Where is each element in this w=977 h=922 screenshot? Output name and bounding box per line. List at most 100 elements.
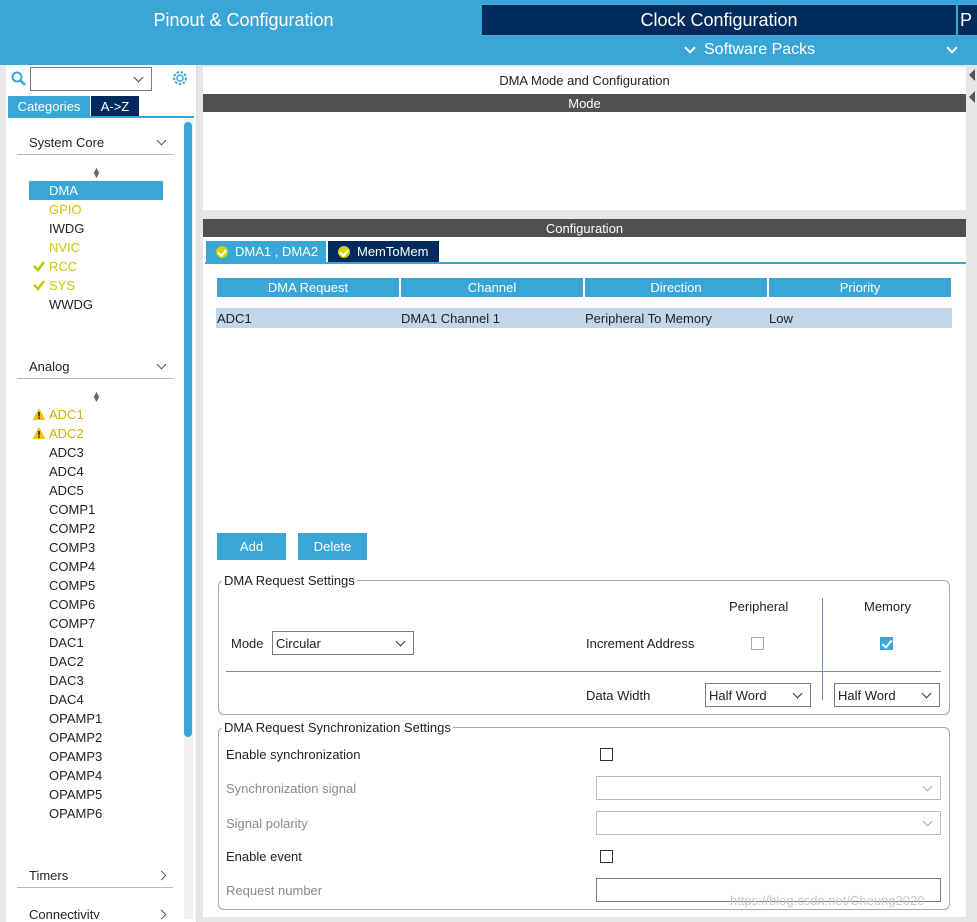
sidebar-item-label: DAC1 (49, 635, 84, 650)
tab-clock-configuration[interactable]: Clock Configuration (482, 5, 956, 35)
check-circle-icon (216, 245, 228, 258)
sidebar-item-label: ADC3 (49, 445, 84, 460)
memory-width-select[interactable]: Half Word (834, 683, 940, 707)
sidebar-item[interactable]: GPIO (29, 200, 163, 219)
tab-a-z[interactable]: A->Z (91, 96, 139, 116)
sidebar-item[interactable]: SYS (29, 276, 163, 295)
delete-button[interactable]: Delete (298, 533, 367, 560)
mode-header: Mode (203, 94, 966, 112)
peripheral-increment-checkbox[interactable] (751, 637, 764, 650)
sidebar-item[interactable]: COMP4 (29, 557, 163, 576)
sidebar-item-label: ADC1 (49, 407, 84, 422)
left-edge (0, 65, 6, 922)
sidebar-item-label: DAC2 (49, 654, 84, 669)
gear-icon[interactable] (171, 69, 189, 87)
section-timers[interactable]: Timers (17, 864, 173, 888)
peripheral-label: Peripheral (729, 599, 789, 614)
enable-sync-checkbox[interactable] (600, 748, 613, 761)
sidebar-item[interactable]: DAC2 (29, 652, 163, 671)
sidebar-item[interactable]: DAC3 (29, 671, 163, 690)
sidebar-item[interactable]: OPAMP2 (29, 728, 163, 747)
sidebar-item[interactable]: OPAMP1 (29, 709, 163, 728)
sidebar-item-label: SYS (49, 278, 76, 293)
add-button[interactable]: Add (217, 533, 286, 560)
col-channel[interactable]: Channel (401, 278, 583, 297)
sidebar-item[interactable]: WWDG (29, 295, 163, 314)
sidebar-scroll-thumb[interactable] (184, 122, 192, 737)
chevron-down-icon (395, 636, 406, 647)
tab-pinout-configuration[interactable]: Pinout & Configuration (6, 5, 481, 35)
section-analog[interactable]: Analog (17, 355, 173, 379)
sidebar-item[interactable]: COMP6 (29, 595, 163, 614)
col-dma-request[interactable]: DMA Request (217, 278, 399, 297)
sidebar-item-label: DMA (49, 183, 78, 198)
sidebar-item[interactable]: ADC2 (29, 424, 163, 443)
sidebar-item-label: COMP7 (49, 616, 96, 631)
sidebar-item[interactable]: DMA (29, 181, 163, 200)
enable-event-checkbox[interactable] (600, 850, 613, 863)
divider (822, 598, 823, 700)
pinout-menu-partial[interactable] (946, 37, 966, 63)
section-label: Timers (29, 868, 69, 883)
sidebar-item[interactable]: DAC1 (29, 633, 163, 652)
tab-label: DMA1 , DMA2 (235, 244, 319, 259)
section-connectivity[interactable]: Connectivity (17, 902, 173, 919)
collapse-arrows-icon[interactable] (966, 67, 977, 107)
sidebar-item[interactable]: OPAMP5 (29, 785, 163, 804)
sidebar-item[interactable]: RCC (29, 257, 163, 276)
col-priority[interactable]: Priority (769, 278, 951, 297)
sidebar-item[interactable]: ADC1 (29, 405, 163, 424)
chevron-down-icon (921, 688, 932, 699)
sidebar-item[interactable]: ADC5 (29, 481, 163, 500)
sidebar-item[interactable]: IWDG (29, 219, 163, 238)
sidebar-item[interactable]: NVIC (29, 238, 163, 257)
sidebar-item[interactable]: ADC4 (29, 462, 163, 481)
signal-polarity-select[interactable] (596, 811, 941, 835)
sidebar-item-label: RCC (49, 259, 78, 274)
tab-project-manager-partial[interactable]: P (958, 5, 977, 35)
sidebar-item-label: OPAMP2 (49, 730, 103, 745)
table-cell-priority[interactable]: Low (768, 308, 952, 328)
tab-categories[interactable]: Categories (8, 96, 90, 116)
sidebar-item-label: COMP1 (49, 502, 96, 517)
sidebar-item-label: OPAMP5 (49, 787, 103, 802)
sync-signal-label: Synchronization signal (226, 781, 357, 796)
sidebar-item[interactable]: OPAMP4 (29, 766, 163, 785)
section-label: Analog (29, 359, 70, 374)
category-list: System Core ▲ ▼ DMA GPIO IWDG NVIC RCC SYS WWDG… (8, 119, 184, 919)
chevron-down-icon (156, 359, 167, 370)
section-label: System Core (29, 135, 105, 150)
sidebar-item[interactable]: COMP7 (29, 614, 163, 633)
table-cell-channel[interactable]: DMA1 Channel 1 (400, 308, 584, 328)
table-cell-request[interactable]: ADC1 (216, 308, 400, 328)
sidebar-item[interactable]: ADC3 (29, 443, 163, 462)
tab-dma1-dma2[interactable]: DMA1 , DMA2 (206, 241, 326, 262)
sidebar-item[interactable]: DAC4 (29, 690, 163, 709)
sync-signal-select[interactable] (596, 776, 941, 800)
sort-icon[interactable]: ▲ ▼ (92, 390, 101, 404)
search-input[interactable] (30, 67, 152, 91)
software-packs-menu[interactable]: Software Packs (684, 37, 815, 63)
sort-icon[interactable]: ▲ ▼ (92, 166, 101, 180)
section-system-core[interactable]: System Core (17, 131, 173, 155)
enable-sync-label: Enable synchronization (226, 747, 361, 762)
sidebar-item[interactable]: COMP2 (29, 519, 163, 538)
sidebar-item-label: COMP2 (49, 521, 96, 536)
sidebar-item[interactable]: OPAMP6 (29, 804, 163, 823)
peripheral-width-select[interactable]: Half Word (705, 683, 811, 707)
sidebar-item[interactable]: OPAMP3 (29, 747, 163, 766)
warning-icon (32, 408, 46, 420)
table-cell-direction[interactable]: Peripheral To Memory (584, 308, 768, 328)
sidebar-item-label: ADC5 (49, 483, 84, 498)
sidebar-item[interactable]: COMP1 (29, 500, 163, 519)
sidebar-item[interactable]: COMP5 (29, 576, 163, 595)
sidebar-item-label: DAC4 (49, 692, 84, 707)
mode-select-value: Circular (276, 635, 321, 651)
mode-select[interactable]: Circular (272, 631, 414, 655)
sidebar-item[interactable]: COMP3 (29, 538, 163, 557)
chevron-down-icon (156, 135, 167, 146)
memory-increment-checkbox[interactable] (880, 637, 893, 650)
col-direction[interactable]: Direction (585, 278, 767, 297)
sidebar-item-label: OPAMP1 (49, 711, 103, 726)
tab-memtomem[interactable]: MemToMem (328, 241, 439, 262)
